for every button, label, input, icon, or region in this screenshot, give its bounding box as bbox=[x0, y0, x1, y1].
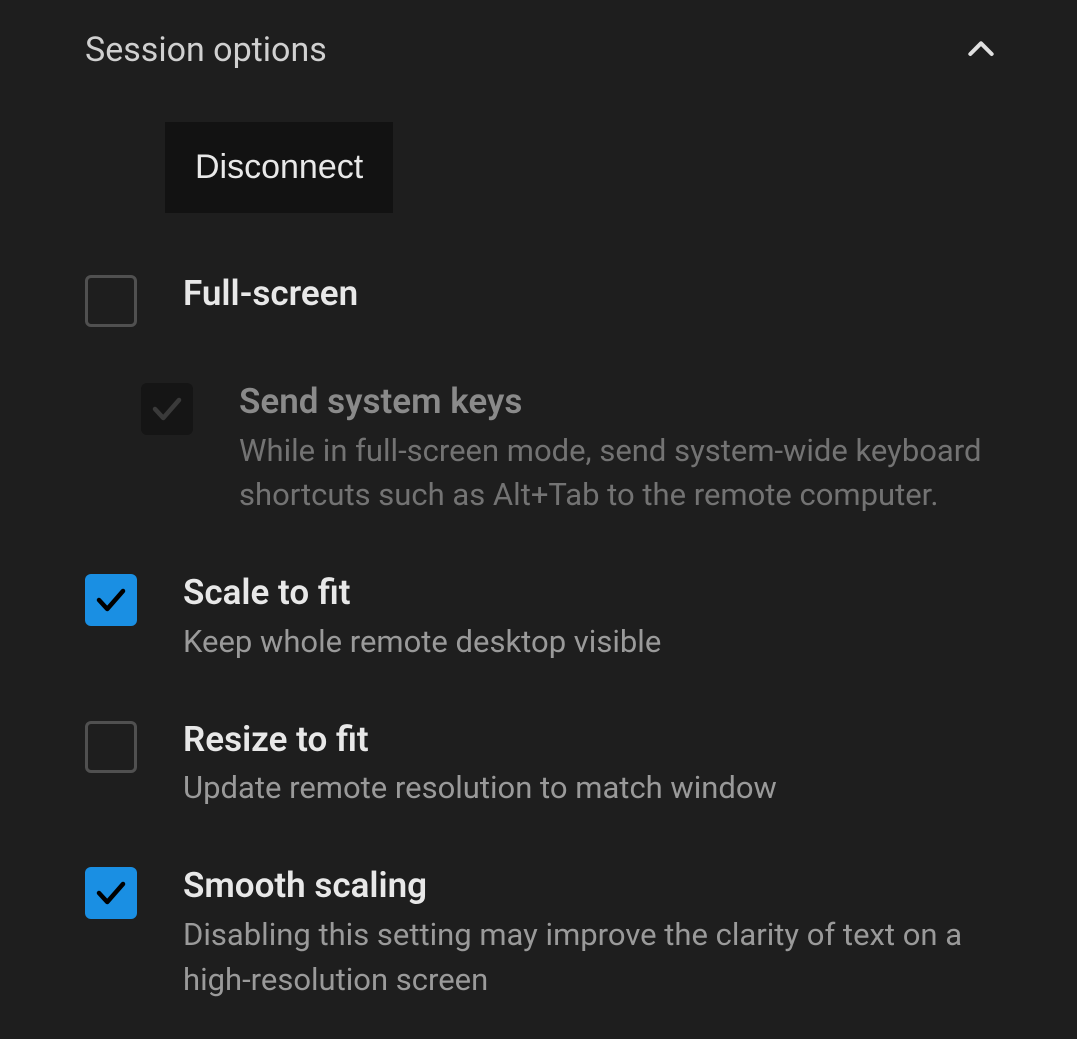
smooth-scaling-desc: Disabling this setting may improve the c… bbox=[183, 913, 1027, 1003]
scale-to-fit-label: Scale to fit bbox=[183, 570, 1027, 616]
scale-to-fit-desc: Keep whole remote desktop visible bbox=[183, 620, 1027, 665]
option-text: Resize to fit Update remote resolution t… bbox=[183, 717, 1027, 811]
smooth-scaling-label: Smooth scaling bbox=[183, 863, 1027, 909]
disconnect-button[interactable]: Disconnect bbox=[165, 122, 393, 213]
option-text: Full-screen bbox=[183, 271, 1027, 317]
check-icon bbox=[93, 582, 129, 618]
full-screen-checkbox[interactable] bbox=[85, 275, 137, 327]
option-text: Send system keys While in full-screen mo… bbox=[239, 379, 1027, 518]
resize-to-fit-label: Resize to fit bbox=[183, 717, 1027, 763]
resize-to-fit-checkbox[interactable] bbox=[85, 721, 137, 773]
section-header: Session options bbox=[85, 30, 1027, 70]
option-resize-to-fit: Resize to fit Update remote resolution t… bbox=[85, 717, 1027, 811]
check-icon bbox=[149, 391, 185, 427]
send-system-keys-desc: While in full-screen mode, send system-w… bbox=[239, 429, 1027, 519]
resize-to-fit-desc: Update remote resolution to match window bbox=[183, 766, 1027, 811]
send-system-keys-checkbox[interactable] bbox=[141, 383, 193, 435]
option-text: Scale to fit Keep whole remote desktop v… bbox=[183, 570, 1027, 664]
collapse-toggle[interactable] bbox=[965, 34, 997, 66]
option-scale-to-fit: Scale to fit Keep whole remote desktop v… bbox=[85, 570, 1027, 664]
send-system-keys-label: Send system keys bbox=[239, 379, 1027, 425]
check-icon bbox=[93, 875, 129, 911]
option-full-screen: Full-screen bbox=[85, 271, 1027, 327]
section-title: Session options bbox=[85, 30, 327, 70]
option-smooth-scaling: Smooth scaling Disabling this setting ma… bbox=[85, 863, 1027, 1002]
scale-to-fit-checkbox[interactable] bbox=[85, 574, 137, 626]
full-screen-label: Full-screen bbox=[183, 271, 1027, 317]
chevron-up-icon bbox=[965, 33, 997, 67]
option-text: Smooth scaling Disabling this setting ma… bbox=[183, 863, 1027, 1002]
smooth-scaling-checkbox[interactable] bbox=[85, 867, 137, 919]
option-send-system-keys: Send system keys While in full-screen mo… bbox=[141, 379, 1027, 518]
